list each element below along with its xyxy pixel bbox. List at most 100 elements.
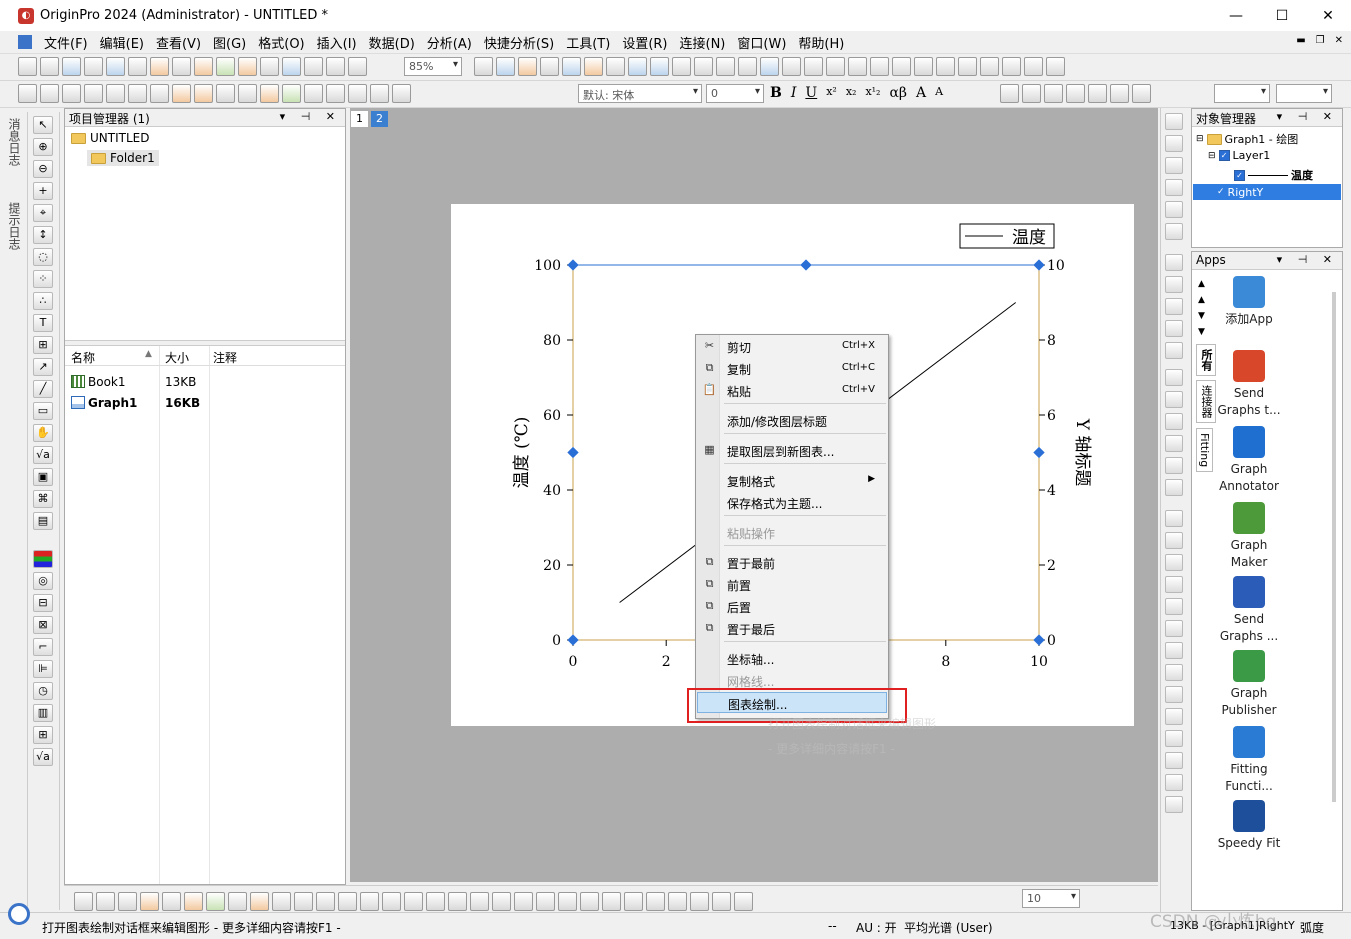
box-icon[interactable] (382, 892, 401, 911)
cut-icon[interactable] (348, 84, 367, 103)
app-item[interactable]: Graph Publisher (1214, 650, 1284, 719)
collapse-icon[interactable]: ⊟ (1196, 134, 1204, 144)
align-center-icon[interactable] (1022, 84, 1041, 103)
stat-icon[interactable] (184, 892, 203, 911)
align-icon-10[interactable] (1165, 576, 1183, 593)
column-plot-icon[interactable] (782, 57, 801, 76)
zoom-out-icon[interactable]: ⊖ (33, 160, 53, 178)
tree-folder1[interactable]: Folder1 (87, 150, 159, 166)
app-item[interactable]: Send Graphs t... (1214, 350, 1284, 419)
histogram-icon[interactable] (826, 57, 845, 76)
app-item[interactable]: Speedy Fit (1214, 800, 1284, 852)
insert-icon-d[interactable] (260, 84, 279, 103)
new-layout-icon[interactable] (172, 57, 191, 76)
align-icon-6[interactable] (1165, 479, 1183, 496)
menu-tools[interactable]: 工具(T) (560, 33, 616, 52)
collapse-icon[interactable]: ⊟ (1208, 151, 1216, 161)
panel-controls-icon[interactable]: ▾ ⊣ ✕ (1277, 110, 1338, 123)
flip-icon[interactable] (690, 892, 709, 911)
align-icon-12[interactable] (1165, 620, 1183, 637)
area-icon[interactable] (206, 892, 225, 911)
layout-icon-4[interactable] (1165, 320, 1183, 337)
apps-tab-fitting[interactable]: Fitting (1196, 428, 1213, 473)
project-explorer-icon[interactable] (606, 57, 625, 76)
axis-icon-4[interactable] (1165, 201, 1183, 218)
apps-scrollbar[interactable] (1332, 292, 1336, 802)
menu-item-save-format-theme[interactable]: 保存格式为主题... (697, 492, 887, 513)
align-right-bottom-icon[interactable] (536, 892, 555, 911)
apps-tab-all[interactable]: 所有 (1196, 344, 1216, 376)
insert-icon-a[interactable] (194, 84, 213, 103)
app-item[interactable]: Fitting Functi... (1214, 726, 1284, 795)
axis-icon-5[interactable] (1165, 223, 1183, 240)
menu-item-bring-forward[interactable]: ⧉ 前置 (697, 574, 887, 595)
app-item[interactable]: Graph Annotator (1214, 426, 1284, 495)
open-template-icon[interactable] (260, 57, 279, 76)
col-size[interactable]: 大小 (165, 349, 189, 366)
color-bar-icon[interactable] (33, 550, 53, 568)
line-color-icon[interactable] (1110, 84, 1129, 103)
om-righty-node[interactable]: ✓ RightY (1193, 184, 1341, 200)
align-icon-2[interactable] (1165, 391, 1183, 408)
insert-icon-b[interactable] (216, 84, 235, 103)
baseline-icon[interactable] (1024, 57, 1043, 76)
align-icon-17[interactable] (1165, 730, 1183, 747)
align-icon-11[interactable] (1165, 598, 1183, 615)
export-icon[interactable] (518, 57, 537, 76)
align-icon-8[interactable] (1165, 532, 1183, 549)
menu-item-send-to-back[interactable]: ⧉ 置于最后 (697, 618, 887, 639)
duplicate-icon[interactable] (562, 57, 581, 76)
menu-view[interactable]: 查看(V) (150, 33, 207, 52)
align-icon-14[interactable] (1165, 664, 1183, 681)
layout-icon-5[interactable] (1165, 342, 1183, 359)
align-icon-9[interactable] (1165, 554, 1183, 571)
italic-button[interactable]: I (791, 85, 797, 101)
menu-item-add-layer-title[interactable]: 添加/修改图层标题 (697, 410, 887, 431)
insert-icon-c[interactable] (238, 84, 257, 103)
sort-icon[interactable] (84, 84, 103, 103)
refresh-icon[interactable] (540, 57, 559, 76)
menu-quick-analysis[interactable]: 快捷分析(S) (478, 33, 560, 52)
command-window-icon[interactable] (672, 57, 691, 76)
greek-button[interactable]: αβ (889, 85, 907, 101)
align-bottom-icon[interactable] (580, 892, 599, 911)
align-icon-4[interactable] (1165, 435, 1183, 452)
layout-icon-3[interactable] (1165, 298, 1183, 315)
pattern-icon[interactable] (1088, 84, 1107, 103)
align-icon-1[interactable] (1165, 369, 1183, 386)
tab-hint-log[interactable]: 提示日志 (6, 202, 23, 250)
app-item[interactable]: Graph Maker (1214, 502, 1284, 571)
axis-icon-3[interactable] (1165, 179, 1183, 196)
align-top-icon[interactable] (558, 892, 577, 911)
peak-icon[interactable] (1002, 57, 1021, 76)
menu-connectivity[interactable]: 连接(N) (674, 33, 732, 52)
menu-item-copy-format[interactable]: 复制格式 ▶ (697, 470, 887, 491)
grid-plot-icon[interactable] (360, 892, 379, 911)
insert-table-icon[interactable] (172, 84, 191, 103)
crop-icon[interactable]: ⌐ (33, 638, 53, 656)
line-type-combo[interactable] (1276, 84, 1332, 103)
polar-icon[interactable] (228, 892, 247, 911)
multi-panel-icon[interactable] (162, 892, 181, 911)
heat-icon[interactable] (338, 892, 357, 911)
grid-icon[interactable]: ⊠ (33, 616, 53, 634)
app-item[interactable]: 添加App (1214, 276, 1284, 328)
filter-icon[interactable] (848, 57, 867, 76)
layer-tab-1[interactable]: 1 (351, 111, 368, 127)
plot-setup-icon[interactable] (282, 84, 301, 103)
equation-icon[interactable]: √a (33, 748, 53, 766)
new-graph-icon[interactable] (128, 57, 147, 76)
minimize-button[interactable]: — (1213, 0, 1259, 31)
status-angle-unit[interactable]: 弧度 (1300, 919, 1324, 936)
menu-item-axes[interactable]: 坐标轴... (697, 648, 887, 669)
align-icon-20[interactable] (1165, 796, 1183, 813)
graph-back-icon[interactable] (62, 84, 81, 103)
ruler-icon[interactable]: ⊫ (33, 660, 53, 678)
menu-item-send-backward[interactable]: ⧉ 后置 (697, 596, 887, 617)
layer-tab-2[interactable]: 2 (371, 111, 388, 127)
line-symbol-icon[interactable] (118, 892, 137, 911)
new-layer-icon[interactable] (716, 57, 735, 76)
menu-item-extract-layer[interactable]: ▦ 提取图层到新图表... (697, 440, 887, 461)
bring-front-icon[interactable] (426, 892, 445, 911)
scatter-plot-icon[interactable] (96, 892, 115, 911)
